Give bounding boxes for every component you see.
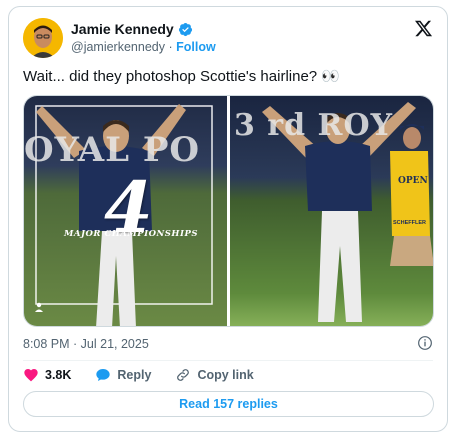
- x-logo-icon[interactable]: [414, 19, 433, 38]
- copy-link-button[interactable]: Copy link: [175, 367, 254, 383]
- avatar[interactable]: [23, 18, 63, 58]
- separator: ·: [168, 40, 173, 54]
- reply-bubble-icon: [96, 369, 111, 381]
- link-icon: [177, 369, 190, 381]
- verified-badge-icon: [178, 22, 192, 36]
- divider: [23, 360, 433, 361]
- major-championships-caption: MAJOR CHAMPIONSHIPS: [64, 229, 198, 239]
- media-image-1[interactable]: OYAL PO 4 MAJOR CHAMPIONSHIPS: [24, 96, 227, 326]
- tweet-timestamp[interactable]: 8:08 PM · Jul 21, 2025: [23, 337, 149, 351]
- heart-icon: [24, 369, 38, 382]
- caddie-bib-open: OPEN: [397, 176, 428, 186]
- tweet-text: Wait... did they photoshop Scottie's hai…: [23, 68, 340, 85]
- author-name-row[interactable]: Jamie Kennedy: [71, 21, 193, 37]
- banner-text-1: OYAL PO: [24, 130, 201, 170]
- action-bar: 3.8K Reply Copy link: [23, 367, 278, 383]
- author-handle[interactable]: @jamierkennedy: [71, 40, 165, 54]
- tagged-person-icon[interactable]: [34, 302, 44, 312]
- like-button[interactable]: 3.8K: [23, 367, 71, 383]
- like-count: 3.8K: [45, 368, 72, 382]
- reply-button[interactable]: Reply: [95, 367, 151, 383]
- reply-label: Reply: [117, 368, 152, 382]
- author-name[interactable]: Jamie Kennedy: [71, 21, 174, 37]
- follow-button[interactable]: Follow: [176, 40, 216, 54]
- handle-row: @jamierkennedy · Follow: [71, 40, 216, 54]
- banner-text-2: 3 rd ROY: [233, 108, 394, 143]
- caddie-bib-name: SCHEFFLER: [392, 220, 426, 226]
- copy-link-label: Copy link: [197, 368, 254, 382]
- info-icon[interactable]: [417, 335, 433, 351]
- read-replies-button[interactable]: Read 157 replies: [23, 391, 434, 417]
- media-grid: OYAL PO 4 MAJOR CHAMPIONSHIPS 3 rd ROY O…: [23, 95, 434, 327]
- media-image-2[interactable]: 3 rd ROY OPEN SCHEFFLER: [229, 96, 433, 326]
- tweet-card: Jamie Kennedy @jamierkennedy · Follow Wa…: [8, 6, 448, 432]
